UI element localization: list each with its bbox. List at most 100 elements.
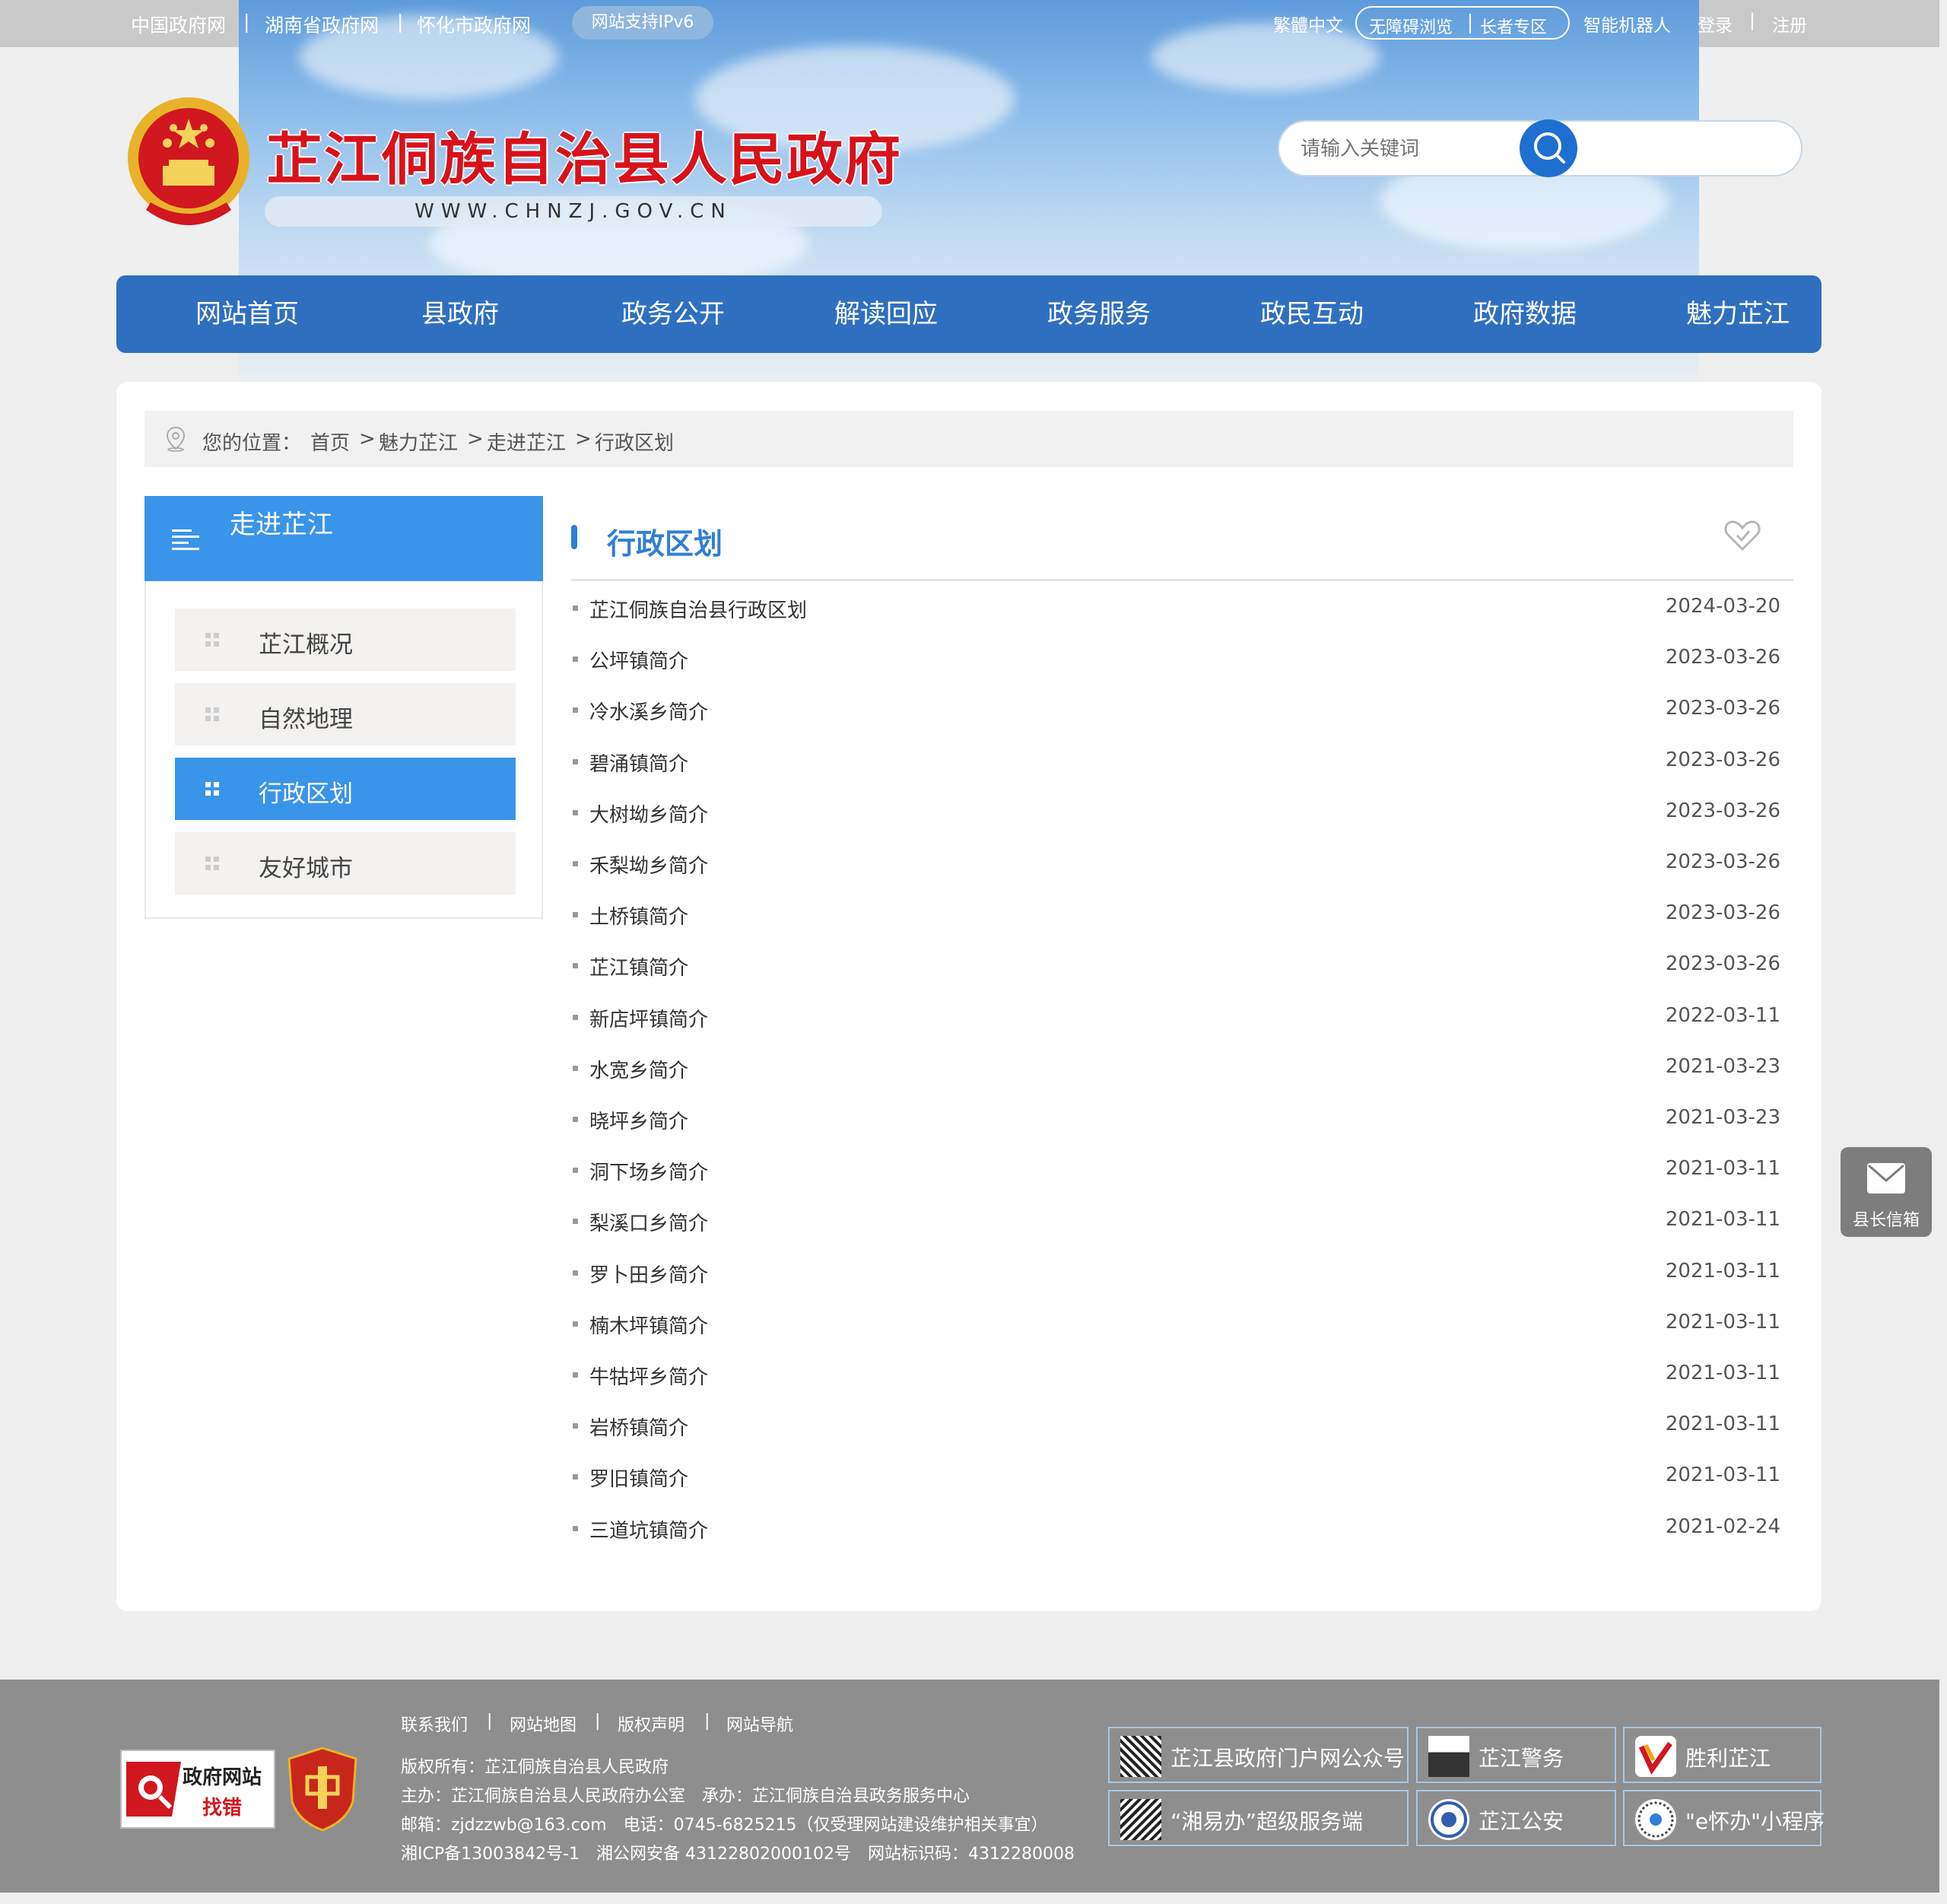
elderly-zone-link[interactable]: 长者专区 [1480, 14, 1547, 38]
list-item[interactable]: 水宽乡简介 2021-03-23 [571, 1052, 1780, 1086]
bullet-dot [573, 809, 578, 815]
separator: | [397, 11, 404, 33]
bullet-dot [573, 1423, 578, 1429]
main-nav: 网站首页 县政府 政务公开 解读回应 政务服务 政民互动 政府数据 魅力芷江 [116, 275, 1822, 353]
list-item-title[interactable]: 三道坑镇简介 [589, 1515, 708, 1543]
list-item-title[interactable]: 公坪镇简介 [589, 646, 688, 674]
tile-label: 芷江县政府门户网公众号 [1170, 1746, 1405, 1771]
sidebar-item-overview[interactable]: 芷江概况 [175, 609, 516, 671]
link-hunan-gov[interactable]: 湖南省政府网 [265, 11, 379, 38]
search-input[interactable] [1301, 134, 1726, 164]
sidebar-title: 走进芷江 [230, 510, 333, 540]
tile-gov-wechat[interactable]: 芷江县政府门户网公众号 [1108, 1727, 1409, 1783]
list-item-title[interactable]: 水宽乡简介 [589, 1055, 688, 1083]
breadcrumb-home[interactable]: 首页 [310, 428, 350, 456]
list-item[interactable]: 牛牯坪乡简介 2021-03-11 [571, 1359, 1780, 1392]
envelope-icon [1867, 1163, 1905, 1194]
search-button[interactable] [1520, 119, 1577, 177]
mayor-mailbox-button[interactable]: 县长信箱 [1841, 1147, 1932, 1237]
tile-label: 芷江公安 [1479, 1809, 1564, 1834]
breadcrumb-charm[interactable]: 魅力芷江 [379, 428, 458, 456]
list-item-title[interactable]: 罗卜田乡简介 [589, 1260, 708, 1288]
list-item-date: 2021-03-11 [1665, 1310, 1780, 1333]
list-item[interactable]: 楠木坪镇简介 2021-03-11 [571, 1308, 1780, 1341]
nav-gov-data[interactable]: 政府数据 [1434, 275, 1616, 353]
list-item-title[interactable]: 芷江镇简介 [589, 952, 688, 981]
sidebar-item-label: 自然地理 [259, 706, 353, 733]
list-item-title[interactable]: 罗旧镇简介 [589, 1464, 688, 1492]
footer-copyright: 版权所有：芷江侗族自治县人民政府 [401, 1758, 669, 1777]
list-item[interactable]: 芷江侗族自治县行政区划 2024-03-20 [571, 592, 1780, 625]
sidebar-item-sister-cities[interactable]: 友好城市 [175, 832, 516, 895]
list-item[interactable]: 新店坪镇简介 2022-03-11 [571, 1001, 1780, 1035]
robot-link[interactable]: 智能机器人 [1583, 11, 1671, 37]
list-item[interactable]: 公坪镇简介 2023-03-26 [571, 643, 1780, 676]
sidebar-item-geography[interactable]: 自然地理 [175, 683, 516, 745]
list-item-title[interactable]: 大树坳乡简介 [589, 799, 708, 828]
nav-gov-affairs-open[interactable]: 政务公开 [582, 275, 764, 353]
footer-link-contact[interactable]: 联系我们 [401, 1712, 468, 1736]
police-badge-icon [1428, 1799, 1469, 1840]
list-item[interactable]: 晓坪乡简介 2021-03-23 [571, 1103, 1780, 1136]
search-icon [1534, 132, 1565, 164]
list-item-date: 2021-02-24 [1665, 1515, 1780, 1538]
list-item-date: 2021-03-11 [1665, 1413, 1780, 1436]
favorite-heart-icon[interactable] [1723, 519, 1761, 552]
list-item-title[interactable]: 禾梨坳乡简介 [589, 850, 708, 879]
gov-site-error-report-badge[interactable]: 政府网站 找错 [120, 1750, 275, 1829]
list-item-title[interactable]: 牛牯坪乡简介 [589, 1362, 708, 1390]
nav-gov-services[interactable]: 政务服务 [1008, 275, 1190, 353]
breadcrumb-intro[interactable]: 走进芷江 [487, 428, 566, 456]
list-item-title[interactable]: 梨溪口乡简介 [589, 1208, 708, 1236]
tile-e-huaiban[interactable]: "e怀办"小程序 [1623, 1790, 1825, 1846]
register-link[interactable]: 注册 [1772, 11, 1807, 37]
list-item[interactable]: 碧涌镇简介 2023-03-26 [571, 745, 1780, 779]
list-item-title[interactable]: 岩桥镇简介 [589, 1413, 688, 1441]
breadcrumb-sep: > [575, 428, 592, 450]
tile-police-affairs[interactable]: 芷江警务 [1416, 1727, 1616, 1783]
list-item[interactable]: 禾梨坳乡简介 2023-03-26 [571, 847, 1780, 881]
list-item[interactable]: 岩桥镇简介 2021-03-11 [571, 1410, 1780, 1443]
list-item[interactable]: 冷水溪乡简介 2023-03-26 [571, 694, 1780, 727]
tile-public-security[interactable]: 芷江公安 [1416, 1790, 1616, 1846]
traditional-chinese-link[interactable]: 繁體中文 [1273, 11, 1343, 37]
list-item-title[interactable]: 芷江侗族自治县行政区划 [589, 595, 807, 623]
badge-line1: 政府网站 [183, 1766, 262, 1789]
list-item[interactable]: 梨溪口乡简介 2021-03-11 [571, 1205, 1780, 1238]
nav-interaction[interactable]: 政民互动 [1221, 275, 1403, 353]
list-item[interactable]: 芷江镇简介 2023-03-26 [571, 949, 1780, 983]
party-gov-badge[interactable] [286, 1747, 359, 1832]
list-item-title[interactable]: 楠木坪镇简介 [589, 1311, 708, 1339]
list-item[interactable]: 罗旧镇简介 2021-03-11 [571, 1461, 1780, 1494]
tile-xiangyiban[interactable]: “湘易办”超级服务端 [1108, 1790, 1409, 1846]
bullet-dot [573, 963, 578, 969]
list-item[interactable]: 洞下场乡简介 2021-03-11 [571, 1154, 1780, 1187]
link-gov-cn[interactable]: 中国政府网 [131, 11, 226, 38]
login-link[interactable]: 登录 [1698, 11, 1733, 37]
footer-link-navigation[interactable]: 网站导航 [726, 1712, 793, 1736]
list-item-title[interactable]: 新店坪镇简介 [589, 1004, 708, 1032]
list-item-title[interactable]: 冷水溪乡简介 [589, 697, 708, 725]
breadcrumb: 您的位置： 首页 > 魅力芷江 > 走进芷江 > 行政区划 [145, 411, 1793, 467]
accessible-browse-link[interactable]: 无障碍浏览 [1369, 14, 1453, 38]
list-item[interactable]: 大树坳乡简介 2023-03-26 [571, 796, 1780, 830]
list-item-title[interactable]: 土桥镇简介 [589, 901, 688, 930]
footer-link-copyright[interactable]: 版权声明 [618, 1712, 684, 1736]
list-item[interactable]: 罗卜田乡简介 2021-03-11 [571, 1257, 1780, 1290]
tile-victory-zhijiang[interactable]: 胜利芷江 [1623, 1727, 1822, 1783]
breadcrumb-current: 行政区划 [595, 432, 675, 455]
list-item[interactable]: 三道坑镇简介 2021-02-24 [571, 1512, 1780, 1546]
separator: | [704, 1712, 710, 1731]
nav-interpretation[interactable]: 解读回应 [795, 275, 977, 353]
link-huaihua-gov[interactable]: 怀化市政府网 [417, 11, 531, 38]
nav-charm-zhijiang[interactable]: 魅力芷江 [1647, 275, 1829, 353]
list-item[interactable]: 土桥镇简介 2023-03-26 [571, 898, 1780, 932]
list-item-title[interactable]: 碧涌镇简介 [589, 749, 688, 777]
sidebar-item-admin-division[interactable]: 行政区划 [175, 758, 516, 820]
list-item-title[interactable]: 晓坪乡简介 [589, 1106, 688, 1134]
nav-county-gov[interactable]: 县政府 [369, 275, 551, 353]
tile-label: "e怀办"小程序 [1685, 1809, 1825, 1834]
nav-home[interactable]: 网站首页 [156, 275, 338, 353]
list-item-title[interactable]: 洞下场乡简介 [589, 1157, 708, 1185]
footer-link-sitemap[interactable]: 网站地图 [510, 1712, 576, 1736]
